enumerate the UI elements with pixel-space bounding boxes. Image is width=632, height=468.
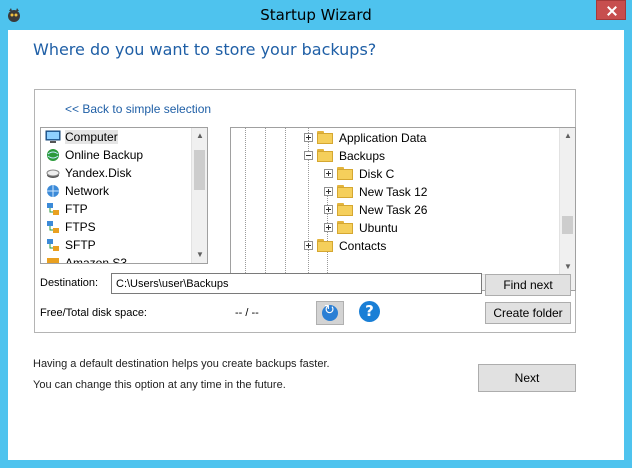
tree-guide-line xyxy=(265,128,266,275)
scrollbar-thumb[interactable] xyxy=(562,216,573,234)
location-item-ftp[interactable]: FTP xyxy=(41,200,192,218)
ftp-icon xyxy=(45,202,61,216)
location-item-label: Amazon S3 xyxy=(65,256,128,264)
folder-icon xyxy=(317,239,333,252)
scroll-up-arrow-icon[interactable]: ▲ xyxy=(560,128,575,144)
window-title: Startup Wizard xyxy=(260,6,372,24)
expand-plus-icon[interactable] xyxy=(324,223,333,232)
location-item-ftps[interactable]: FTPS xyxy=(41,218,192,236)
find-next-button[interactable]: Find next xyxy=(485,274,571,296)
expand-plus-icon[interactable] xyxy=(324,205,333,214)
collapse-minus-icon[interactable] xyxy=(304,151,313,160)
location-item-label: SFTP xyxy=(65,238,96,252)
info-text-line-1: Having a default destination helps you c… xyxy=(33,358,330,370)
scroll-down-arrow-icon[interactable]: ▼ xyxy=(560,259,575,275)
folder-label: Application Data xyxy=(339,131,427,145)
folder-icon xyxy=(337,185,353,198)
disk-space-label: Free/Total disk space: xyxy=(40,307,147,319)
folder-label: New Task 12 xyxy=(359,185,428,199)
tree-guide-line xyxy=(285,128,286,275)
scroll-down-arrow-icon[interactable]: ▼ xyxy=(192,247,207,263)
destination-label: Destination: xyxy=(40,277,99,289)
location-item-sftp[interactable]: SFTP xyxy=(41,236,192,254)
amazon-s3-icon xyxy=(45,256,61,263)
location-item-yandex-disk[interactable]: Yandex.Disk xyxy=(41,164,192,182)
tree-guide-line xyxy=(245,128,246,275)
destination-path-input[interactable] xyxy=(111,273,482,294)
folder-tree[interactable]: Application Data Backups Disk C New Task 12… xyxy=(230,127,576,291)
expand-plus-icon[interactable] xyxy=(324,187,333,196)
next-button[interactable]: Next xyxy=(478,364,576,392)
location-item-label: Network xyxy=(65,184,110,198)
info-text-line-2: You can change this option at any time i… xyxy=(33,379,286,391)
location-list-items: Computer Online Backup Yandex.Disk Network F… xyxy=(41,128,192,264)
refresh-icon xyxy=(322,303,338,321)
create-folder-button[interactable]: Create folder xyxy=(485,302,571,324)
yandex-disk-icon xyxy=(45,166,61,180)
ftps-icon xyxy=(45,220,61,234)
refresh-button[interactable] xyxy=(316,301,344,325)
folder-label: Ubuntu xyxy=(359,221,398,235)
expand-plus-icon[interactable] xyxy=(304,241,313,250)
location-item-label: FTPS xyxy=(65,220,96,234)
folder-tree-vscrollbar[interactable]: ▲ ▼ xyxy=(559,128,575,275)
location-item-network[interactable]: Network xyxy=(41,182,192,200)
location-type-list[interactable]: Computer Online Backup Yandex.Disk Network F… xyxy=(40,127,208,264)
expand-plus-icon[interactable] xyxy=(304,133,313,142)
location-item-label: Yandex.Disk xyxy=(65,166,132,180)
close-button[interactable] xyxy=(596,0,626,20)
expand-plus-icon[interactable] xyxy=(324,169,333,178)
network-icon xyxy=(45,184,61,198)
computer-icon xyxy=(45,130,61,144)
scroll-up-arrow-icon[interactable]: ▲ xyxy=(192,128,207,144)
scrollbar-thumb[interactable] xyxy=(194,150,205,190)
folder-label: Contacts xyxy=(339,239,387,253)
folder-icon xyxy=(337,203,353,216)
sftp-icon xyxy=(45,238,61,252)
folder-label: Disk C xyxy=(359,167,395,181)
folder-icon xyxy=(337,167,353,180)
folder-icon xyxy=(317,131,333,144)
location-item-computer[interactable]: Computer xyxy=(41,128,192,146)
location-item-label: Computer xyxy=(65,130,118,144)
folder-label: Backups xyxy=(339,149,386,163)
folder-icon xyxy=(317,149,333,162)
disk-space-value: -- / -- xyxy=(235,307,259,319)
location-item-label: FTP xyxy=(65,202,88,216)
page-heading: Where do you want to store your backups? xyxy=(33,40,377,59)
location-list-scrollbar[interactable]: ▲ ▼ xyxy=(191,128,207,263)
folder-icon xyxy=(337,221,353,234)
back-to-simple-selection-link[interactable]: << Back to simple selection xyxy=(65,102,211,116)
folder-tree-items: Application Data Backups Disk C New Task 12… xyxy=(231,128,560,275)
globe-icon xyxy=(45,148,61,162)
folder-label: New Task 26 xyxy=(359,203,428,217)
title-bar[interactable]: Startup Wizard xyxy=(0,0,632,30)
location-item-amazon-s3[interactable]: Amazon S3 xyxy=(41,254,192,264)
help-icon[interactable]: ? xyxy=(359,301,380,322)
location-item-label: Online Backup xyxy=(65,148,144,162)
location-item-online-backup[interactable]: Online Backup xyxy=(41,146,192,164)
